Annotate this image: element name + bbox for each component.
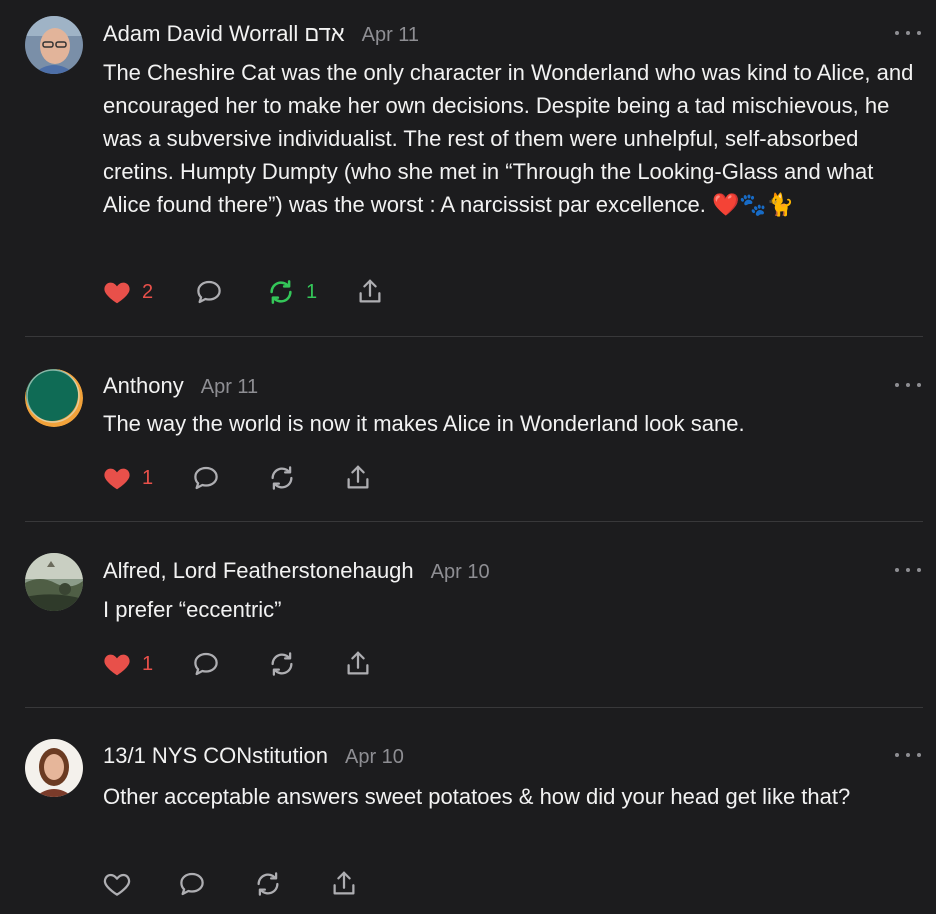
comment-adam: Adam David Worrall אדם Apr 11 The Cheshi… [0,0,936,337]
comment-date[interactable]: Apr 11 [201,376,258,399]
author-name[interactable]: Adam David Worrall אדם [103,21,345,47]
comment-text-content: I prefer “eccentric” [103,597,282,622]
comment-date[interactable]: Apr 10 [431,561,490,584]
restack-button[interactable]: 1 [266,276,317,308]
share-button[interactable] [343,648,373,680]
comment-header: Adam David Worrall אדם Apr 11 [103,21,419,47]
comment-text: The Cheshire Cat was the only character … [103,56,923,221]
restack-button[interactable] [253,868,283,900]
more-options-icon[interactable] [895,26,921,40]
share-upload-icon [347,465,369,489]
heart-icon [104,468,130,490]
avatar[interactable] [25,739,83,797]
reply-button[interactable] [191,648,221,680]
share-upload-icon [333,871,355,895]
speech-bubble-icon [194,466,218,490]
comment-header: Alfred, Lord Featherstonehaugh Apr 10 [103,558,490,584]
comment-feed: Adam David Worrall אדם Apr 11 The Cheshi… [0,0,936,914]
comment-alfred: Alfred, Lord Featherstonehaugh Apr 10 I … [0,522,936,708]
like-count: 2 [142,280,154,303]
share-button[interactable] [329,868,359,900]
restack-arrows-icon [257,872,279,896]
restack-arrows-icon [271,466,293,490]
restack-count: 1 [306,280,318,303]
restack-arrows-icon [271,652,293,676]
avatar[interactable] [25,553,83,611]
comment-date[interactable]: Apr 10 [345,746,404,769]
like-button[interactable]: 1 [102,462,153,494]
comment-text: The way the world is now it makes Alice … [103,407,923,440]
comment-emoji: ❤️🐾🐈 [711,192,795,217]
restack-button[interactable] [267,462,297,494]
comment-header: 13/1 NYS CONstitution Apr 10 [103,743,404,769]
comment-text: Other acceptable answers sweet potatoes … [103,780,923,813]
restack-arrows-icon [270,280,292,304]
like-button[interactable] [102,868,132,900]
like-count: 1 [142,466,154,489]
author-name[interactable]: 13/1 NYS CONstitution [103,743,328,769]
reply-button[interactable] [194,276,224,308]
comment-text: I prefer “eccentric” [103,593,923,626]
more-options-icon[interactable] [895,563,921,577]
comment-date[interactable]: Apr 11 [362,24,419,47]
more-options-icon[interactable] [895,378,921,392]
like-button[interactable]: 1 [102,648,153,680]
comment-text-content: Other acceptable answers sweet potatoes … [103,784,851,809]
reply-button[interactable] [191,462,221,494]
comment-nys: 13/1 NYS CONstitution Apr 10 Other accep… [0,708,936,914]
like-button[interactable]: 2 [102,276,153,308]
heart-icon [104,654,130,676]
reply-button[interactable] [177,868,207,900]
comment-anthony: Anthony Apr 11 The way the world is now … [0,337,936,522]
avatar[interactable] [25,369,83,427]
heart-icon [103,873,131,896]
comment-text-content: The way the world is now it makes Alice … [103,411,745,436]
speech-bubble-icon [194,652,218,676]
share-button[interactable] [355,276,385,308]
author-name[interactable]: Anthony [103,373,184,399]
author-name[interactable]: Alfred, Lord Featherstonehaugh [103,558,414,584]
more-options-icon[interactable] [895,748,921,762]
restack-button[interactable] [267,648,297,680]
speech-bubble-icon [197,280,221,304]
share-upload-icon [359,279,381,303]
speech-bubble-icon [180,872,204,896]
avatar[interactable] [25,16,83,74]
like-count: 1 [142,652,154,675]
heart-icon [104,282,130,304]
comment-header: Anthony Apr 11 [103,373,258,399]
share-upload-icon [347,651,369,675]
share-button[interactable] [343,462,373,494]
